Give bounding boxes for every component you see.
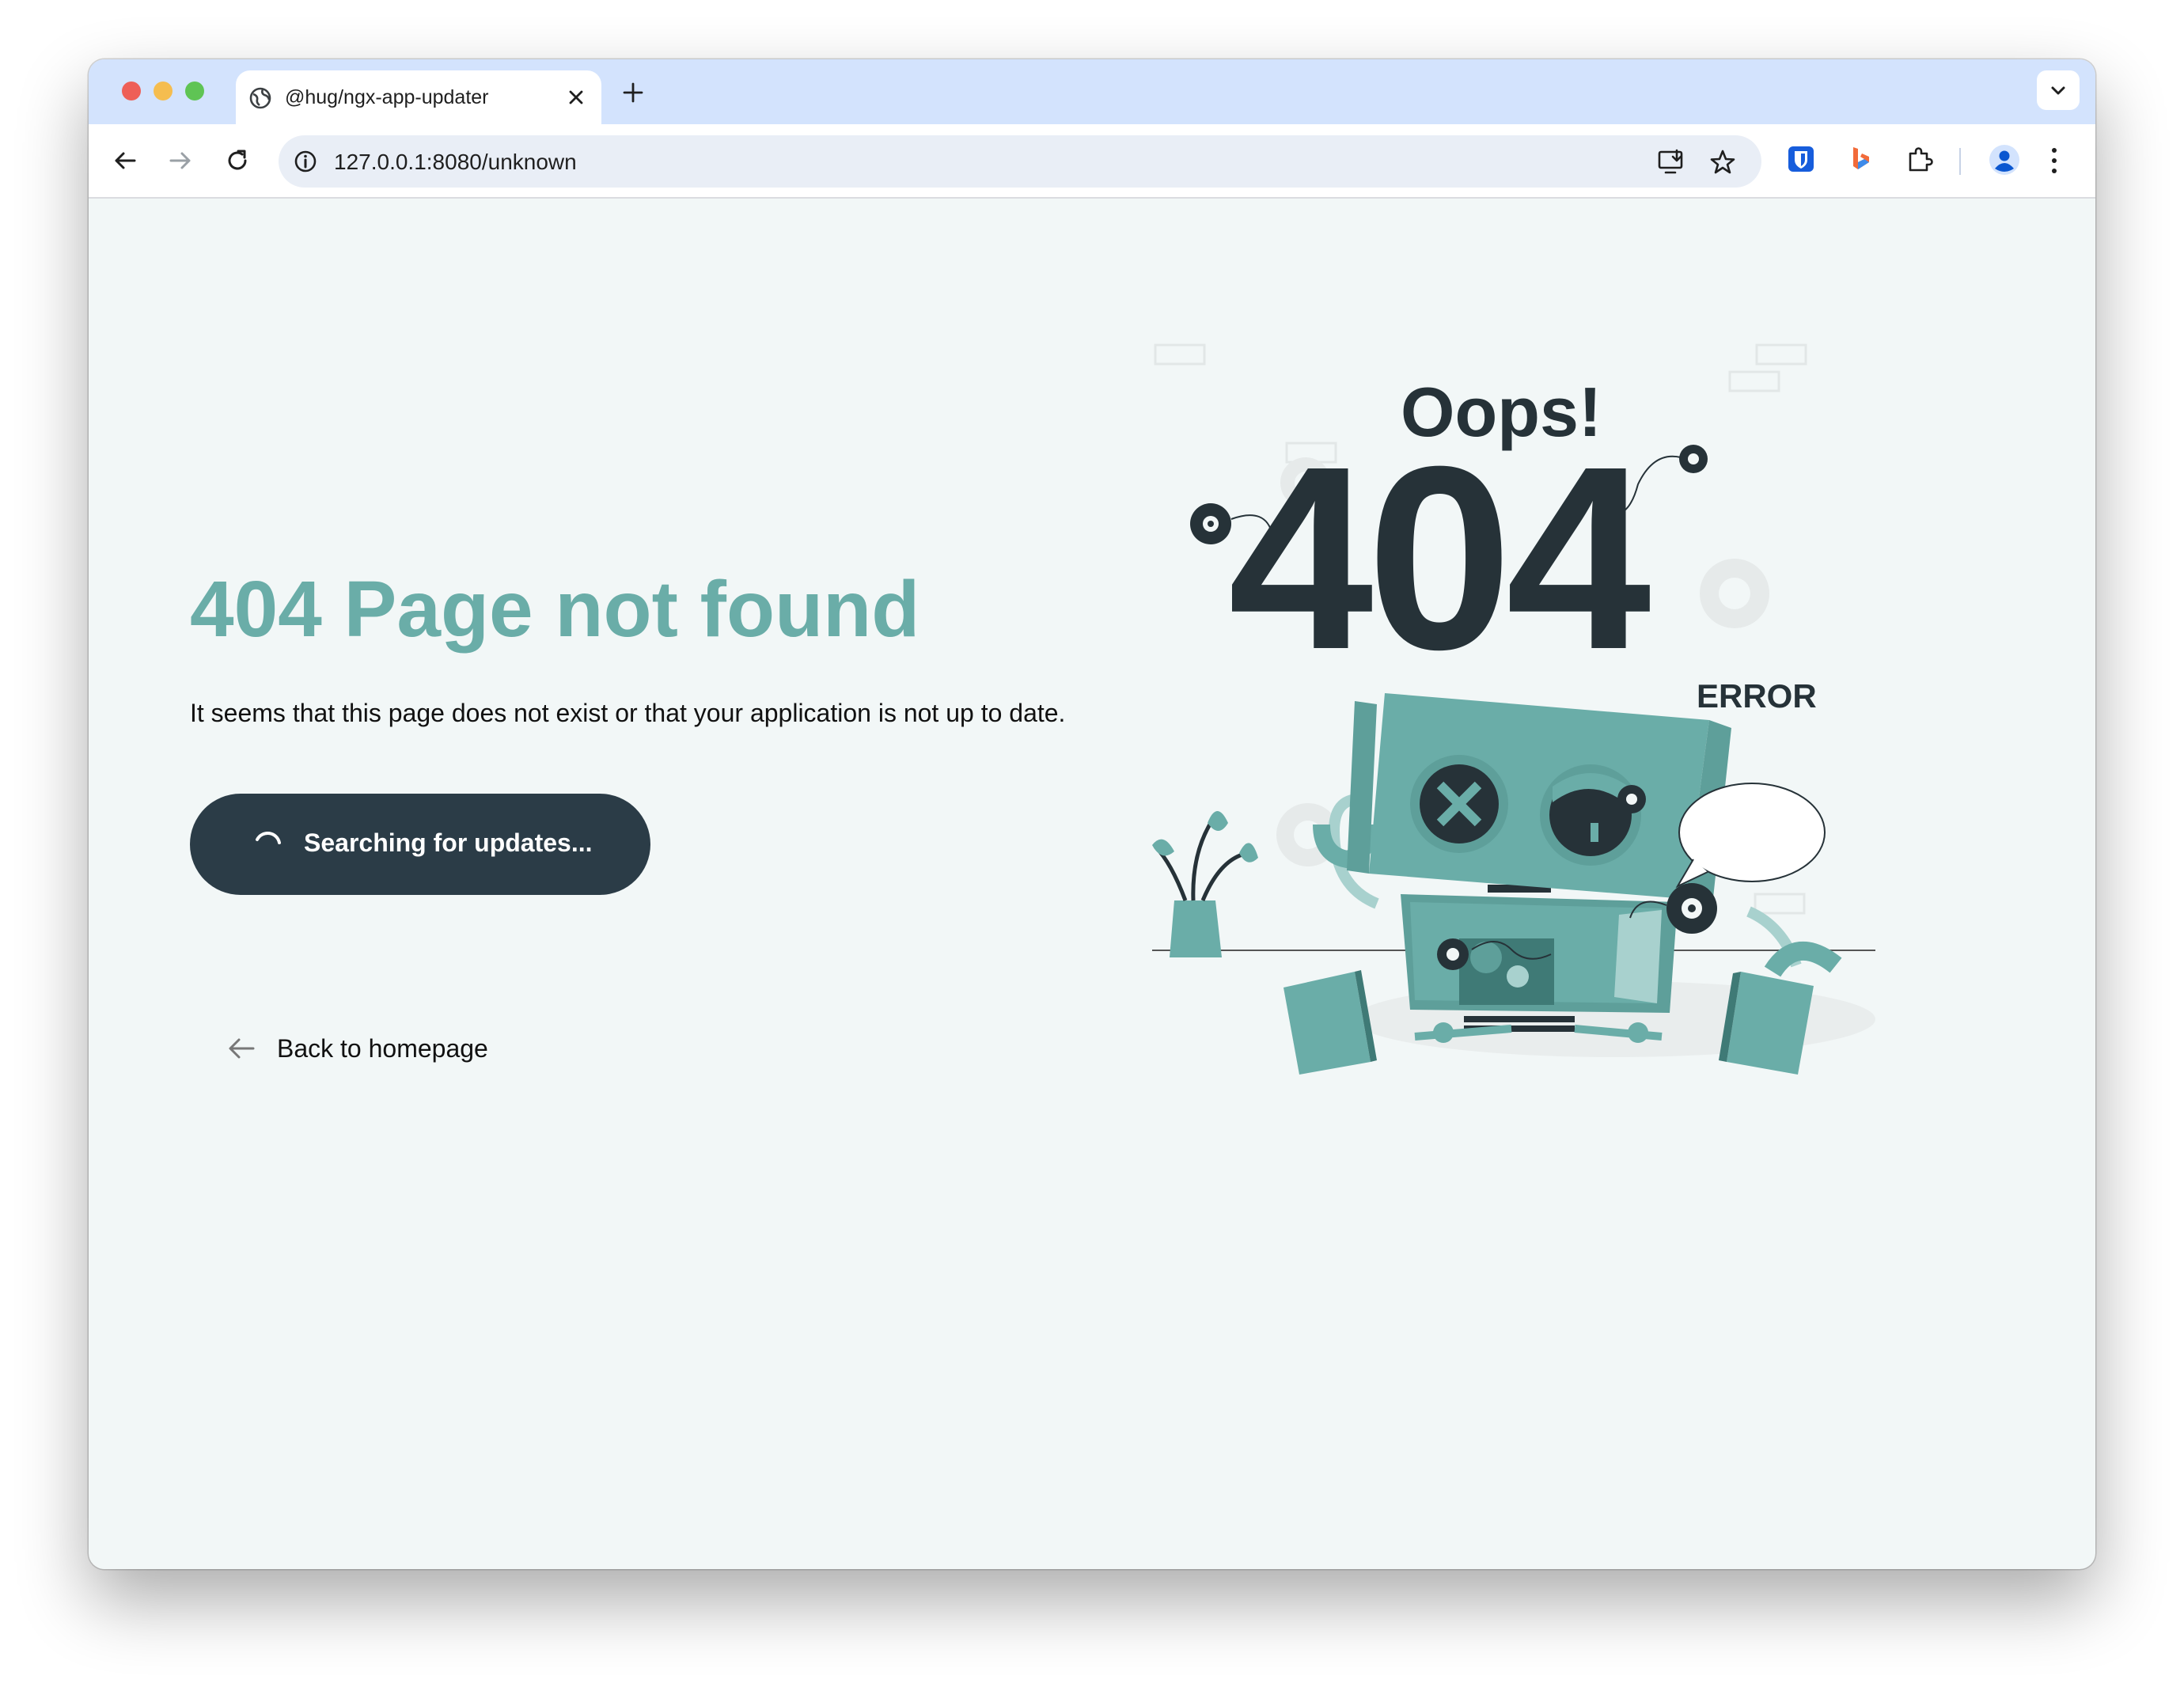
bing-icon[interactable] <box>1847 145 1874 177</box>
error-bubble <box>1675 783 1826 889</box>
toolbar: 127.0.0.1:8080/unknown <box>89 124 2095 199</box>
back-link-label: Back to homepage <box>277 1034 488 1063</box>
spinner-icon <box>250 825 286 866</box>
install-icon[interactable] <box>1657 149 1685 180</box>
maximize-window-button[interactable] <box>185 82 204 100</box>
close-icon[interactable] <box>565 86 587 112</box>
menu-icon[interactable] <box>2049 146 2059 179</box>
plant <box>1152 811 1258 957</box>
tab-active[interactable]: @hug/ngx-app-updater <box>236 70 601 124</box>
page-title: 404 Page not found <box>190 565 920 654</box>
search-updates-button[interactable]: Searching for updates... <box>190 794 650 895</box>
tab-title: @hug/ngx-app-updater <box>285 86 489 108</box>
tab-search-button[interactable] <box>2037 70 2080 110</box>
close-window-button[interactable] <box>122 82 141 100</box>
arrow-left-icon <box>226 1033 258 1068</box>
tab-strip: @hug/ngx-app-updater <box>89 59 2095 124</box>
globe-icon <box>248 86 272 114</box>
extensions-icon[interactable] <box>1905 145 1934 177</box>
page-description: It seems that this page does not exist o… <box>190 699 1066 727</box>
error-bubble-text: ERROR <box>1697 677 1817 715</box>
address-bar[interactable]: 127.0.0.1:8080/unknown <box>279 135 1761 188</box>
plus-icon[interactable] <box>622 82 644 108</box>
forward-icon[interactable] <box>166 146 195 179</box>
info-icon[interactable] <box>293 149 318 178</box>
search-updates-label: Searching for updates... <box>304 828 593 857</box>
back-icon[interactable] <box>111 146 139 179</box>
error-code-text: 404 <box>1228 411 1651 703</box>
reload-icon[interactable] <box>223 146 252 179</box>
robot <box>1283 693 1842 1075</box>
bitwarden-icon[interactable] <box>1787 145 1815 177</box>
star-icon[interactable] <box>1709 149 1736 180</box>
toolbar-divider <box>1959 148 1961 175</box>
url-text[interactable]: 127.0.0.1:8080/unknown <box>334 150 577 175</box>
profile-icon[interactable] <box>1988 143 2021 180</box>
minimize-window-button[interactable] <box>154 82 173 100</box>
chevron-down-icon <box>2051 86 2065 95</box>
